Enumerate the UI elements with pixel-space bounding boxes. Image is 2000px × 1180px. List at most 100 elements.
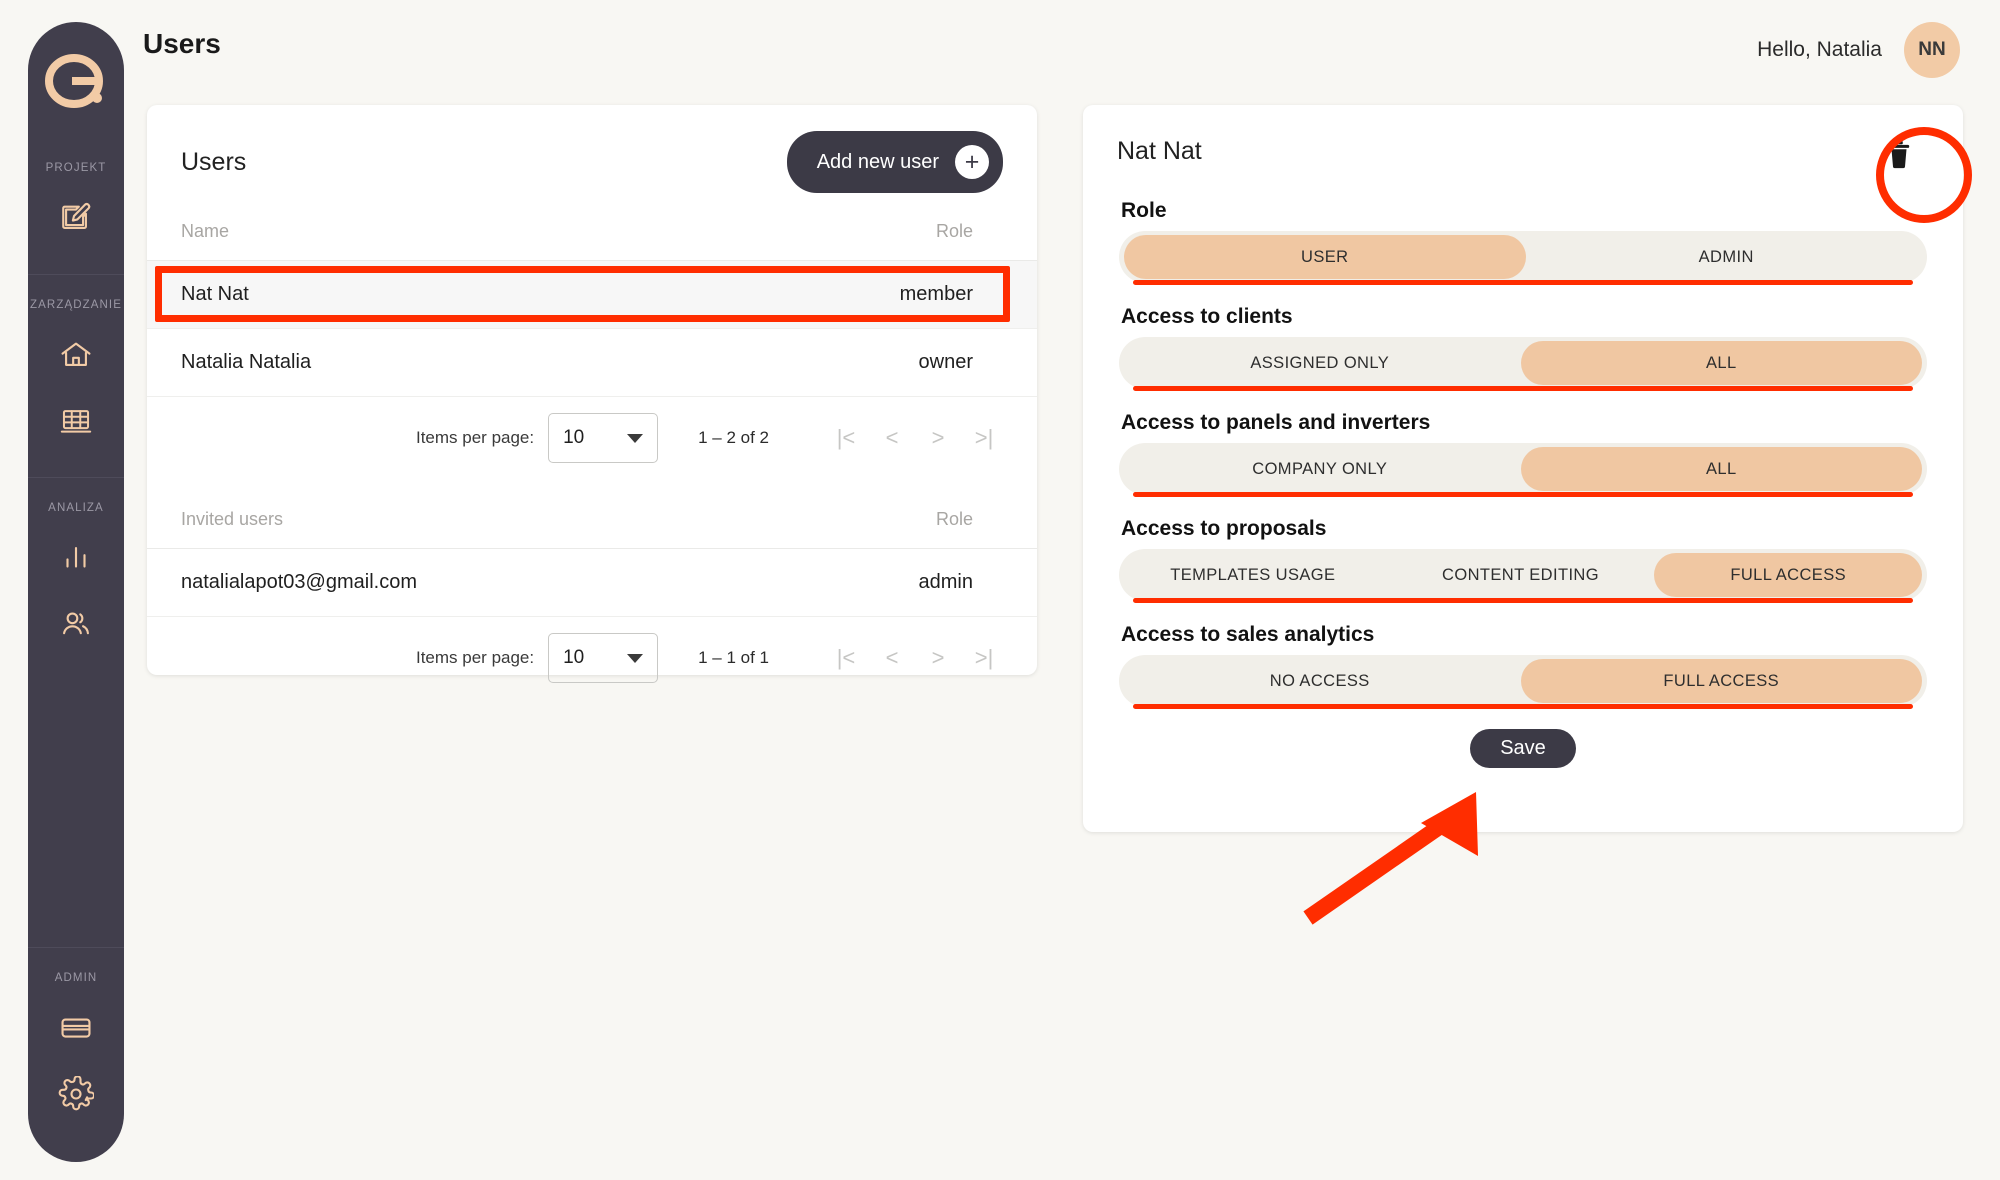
table-header-row: Name Role: [147, 193, 1037, 261]
toggle-option-access-to-panels-and-inverters-0[interactable]: COMPANY ONLY: [1119, 447, 1521, 491]
next-page-icon[interactable]: >: [915, 415, 961, 461]
field-label-access-to-panels-and-inverters: Access to panels and inverters: [1121, 411, 1431, 434]
cell-invited-role: admin: [765, 548, 1037, 617]
sidebar-section-analiza: ANALIZA: [28, 477, 124, 680]
cell-user-name: Nat Nat: [147, 260, 632, 329]
members-table: Name Role Nat Nat member Natalia Natalia…: [147, 193, 1037, 397]
field-label-access-to-sales-analytics: Access to sales analytics: [1121, 623, 1375, 646]
page-range-label: 1 – 2 of 2: [698, 428, 769, 447]
sidebar-section-projekt: PROJEKT: [28, 152, 124, 274]
previous-page-icon[interactable]: <: [869, 415, 915, 461]
toggle-group-access-to-panels-and-inverters: COMPANY ONLY ALL: [1119, 443, 1927, 497]
toggle-option-access-to-sales-analytics-0[interactable]: NO ACCESS: [1119, 659, 1521, 703]
annotation-underline-role: [1133, 280, 1913, 285]
save-row: Save: [1083, 729, 1963, 772]
sidebar-item-users[interactable]: [48, 596, 104, 652]
user-detail-header: Nat Nat: [1083, 105, 1963, 177]
credit-card-icon: [61, 1018, 91, 1038]
cell-user-role: member: [631, 260, 1037, 329]
sidebar-item-panels[interactable]: [48, 393, 104, 449]
table-header-row: Invited users Role: [147, 481, 1037, 549]
add-new-user-label: Add new user: [816, 150, 939, 173]
field-label-access-to-proposals: Access to proposals: [1121, 517, 1327, 540]
toggle-group-access-to-clients: ASSIGNED ONLY ALL: [1119, 337, 1927, 391]
page-title: Users: [143, 28, 221, 59]
sidebar-section-label-projekt: PROJEKT: [45, 162, 107, 174]
items-per-page-label: Items per page:: [415, 428, 535, 447]
members-table-body: Nat Nat member Natalia Natalia owner: [147, 260, 1037, 397]
toggle-group-role: USER ADMIN: [1119, 231, 1928, 285]
home-icon: [61, 342, 91, 366]
column-header-invited-users: Invited users: [147, 481, 766, 549]
toggle-option-access-to-panels-and-inverters-1[interactable]: ALL: [1520, 447, 1922, 491]
sidebar: PROJEKT ZARZĄDZANIE ANALIZA ADMIN: [28, 22, 124, 1162]
app-logo[interactable]: [40, 48, 112, 120]
delete-user-button[interactable]: [1877, 133, 1921, 177]
chevron-down-icon: [627, 653, 644, 663]
save-button[interactable]: Save: [1470, 729, 1576, 768]
toggle-option-access-to-clients-0[interactable]: ASSIGNED ONLY: [1119, 341, 1521, 385]
toggle-option-access-to-clients-1[interactable]: ALL: [1520, 341, 1922, 385]
toggle-group-access-to-proposals: TEMPLATES USAGE CONTENT EDITING FULL ACCES…: [1119, 549, 1927, 603]
annotation-underline-access-to-sales-analytics: [1133, 704, 1913, 709]
first-page-icon[interactable]: |<: [823, 415, 869, 461]
users-card: Users Add new user + Name Role Nat Nat m…: [147, 105, 1037, 683]
table-row[interactable]: Natalia Natalia owner: [147, 328, 1037, 397]
column-header-name: Name: [147, 193, 632, 261]
chevron-down-icon: [627, 433, 644, 443]
plus-icon: +: [955, 145, 989, 179]
field-label-role: Role: [1121, 199, 1167, 222]
user-greeting-area: Hello, Natalia NN: [1757, 22, 1960, 78]
avatar[interactable]: NN: [1904, 22, 1960, 78]
sidebar-section-admin: ADMIN: [28, 947, 124, 1162]
bar-chart-icon: [66, 547, 86, 568]
greeting-text: Hello, Natalia: [1757, 38, 1882, 61]
sidebar-item-projekt-edit[interactable]: [48, 190, 104, 246]
cell-user-role: owner: [631, 328, 1037, 397]
toggle-option-access-to-proposals-1[interactable]: CONTENT EDITING: [1387, 553, 1655, 597]
last-page-icon[interactable]: >|: [961, 415, 1007, 461]
invited-users-table: Invited users Role natalialapot03@gmail.…: [147, 481, 1037, 617]
users-icon: [63, 612, 89, 635]
column-header-role: Role: [765, 481, 1037, 549]
logo-e-icon: [45, 54, 103, 108]
field-label-access-to-clients: Access to clients: [1121, 305, 1293, 328]
add-new-user-button[interactable]: Add new user +: [786, 131, 1003, 193]
members-table-head: Name Role: [147, 193, 1037, 261]
invited-table-head: Invited users Role: [147, 481, 1037, 549]
table-row[interactable]: Nat Nat member: [147, 260, 1037, 329]
items-per-page-value: 10: [563, 427, 585, 448]
column-header-role: Role: [631, 193, 1037, 261]
cell-user-name: Natalia Natalia: [147, 328, 632, 397]
annotation-underline-access-to-proposals: [1133, 598, 1913, 603]
table-row[interactable]: natalialapot03@gmail.com admin: [147, 548, 1037, 617]
sidebar-item-home[interactable]: [48, 327, 104, 383]
items-per-page-select[interactable]: 10: [548, 413, 659, 463]
sidebar-item-billing[interactable]: [48, 1000, 104, 1056]
toggle-option-access-to-proposals-0[interactable]: TEMPLATES USAGE: [1119, 553, 1387, 597]
first-page-icon[interactable]: |<: [823, 635, 869, 681]
sidebar-item-settings[interactable]: [48, 1066, 104, 1122]
sidebar-section-label-admin: ADMIN: [54, 972, 98, 984]
user-detail-card: Nat Nat Role USER ADMIN Access to clients AS…: [1083, 105, 1963, 832]
toggle-group-access-to-sales-analytics: NO ACCESS FULL ACCESS: [1119, 655, 1927, 709]
sidebar-section-label-analiza: ANALIZA: [48, 502, 104, 514]
previous-page-icon[interactable]: <: [869, 635, 915, 681]
invited-table-body: natalialapot03@gmail.com admin: [147, 548, 1037, 617]
last-page-icon[interactable]: >|: [961, 635, 1007, 681]
toggle-option-access-to-proposals-2[interactable]: FULL ACCESS: [1654, 553, 1923, 597]
next-page-icon[interactable]: >: [915, 635, 961, 681]
sidebar-item-analytics[interactable]: [48, 530, 104, 586]
app-root: PROJEKT ZARZĄDZANIE ANALIZA ADMIN Users …: [0, 0, 2000, 1180]
items-per-page-select[interactable]: 10: [548, 633, 659, 683]
items-per-page-value: 10: [563, 647, 585, 668]
toggle-option-role-0[interactable]: USER: [1124, 235, 1526, 279]
gear-icon: [58, 1076, 94, 1111]
trash-icon: [1888, 141, 1910, 169]
toggle-option-access-to-sales-analytics-1[interactable]: FULL ACCESS: [1520, 659, 1922, 703]
toggle-option-role-1[interactable]: ADMIN: [1526, 235, 1928, 279]
users-card-header: Users Add new user +: [147, 105, 1037, 193]
solar-panel-icon: [60, 410, 92, 433]
members-paginator: Items per page: 10 1 – 2 of 2 |< < > >|: [147, 397, 1037, 481]
